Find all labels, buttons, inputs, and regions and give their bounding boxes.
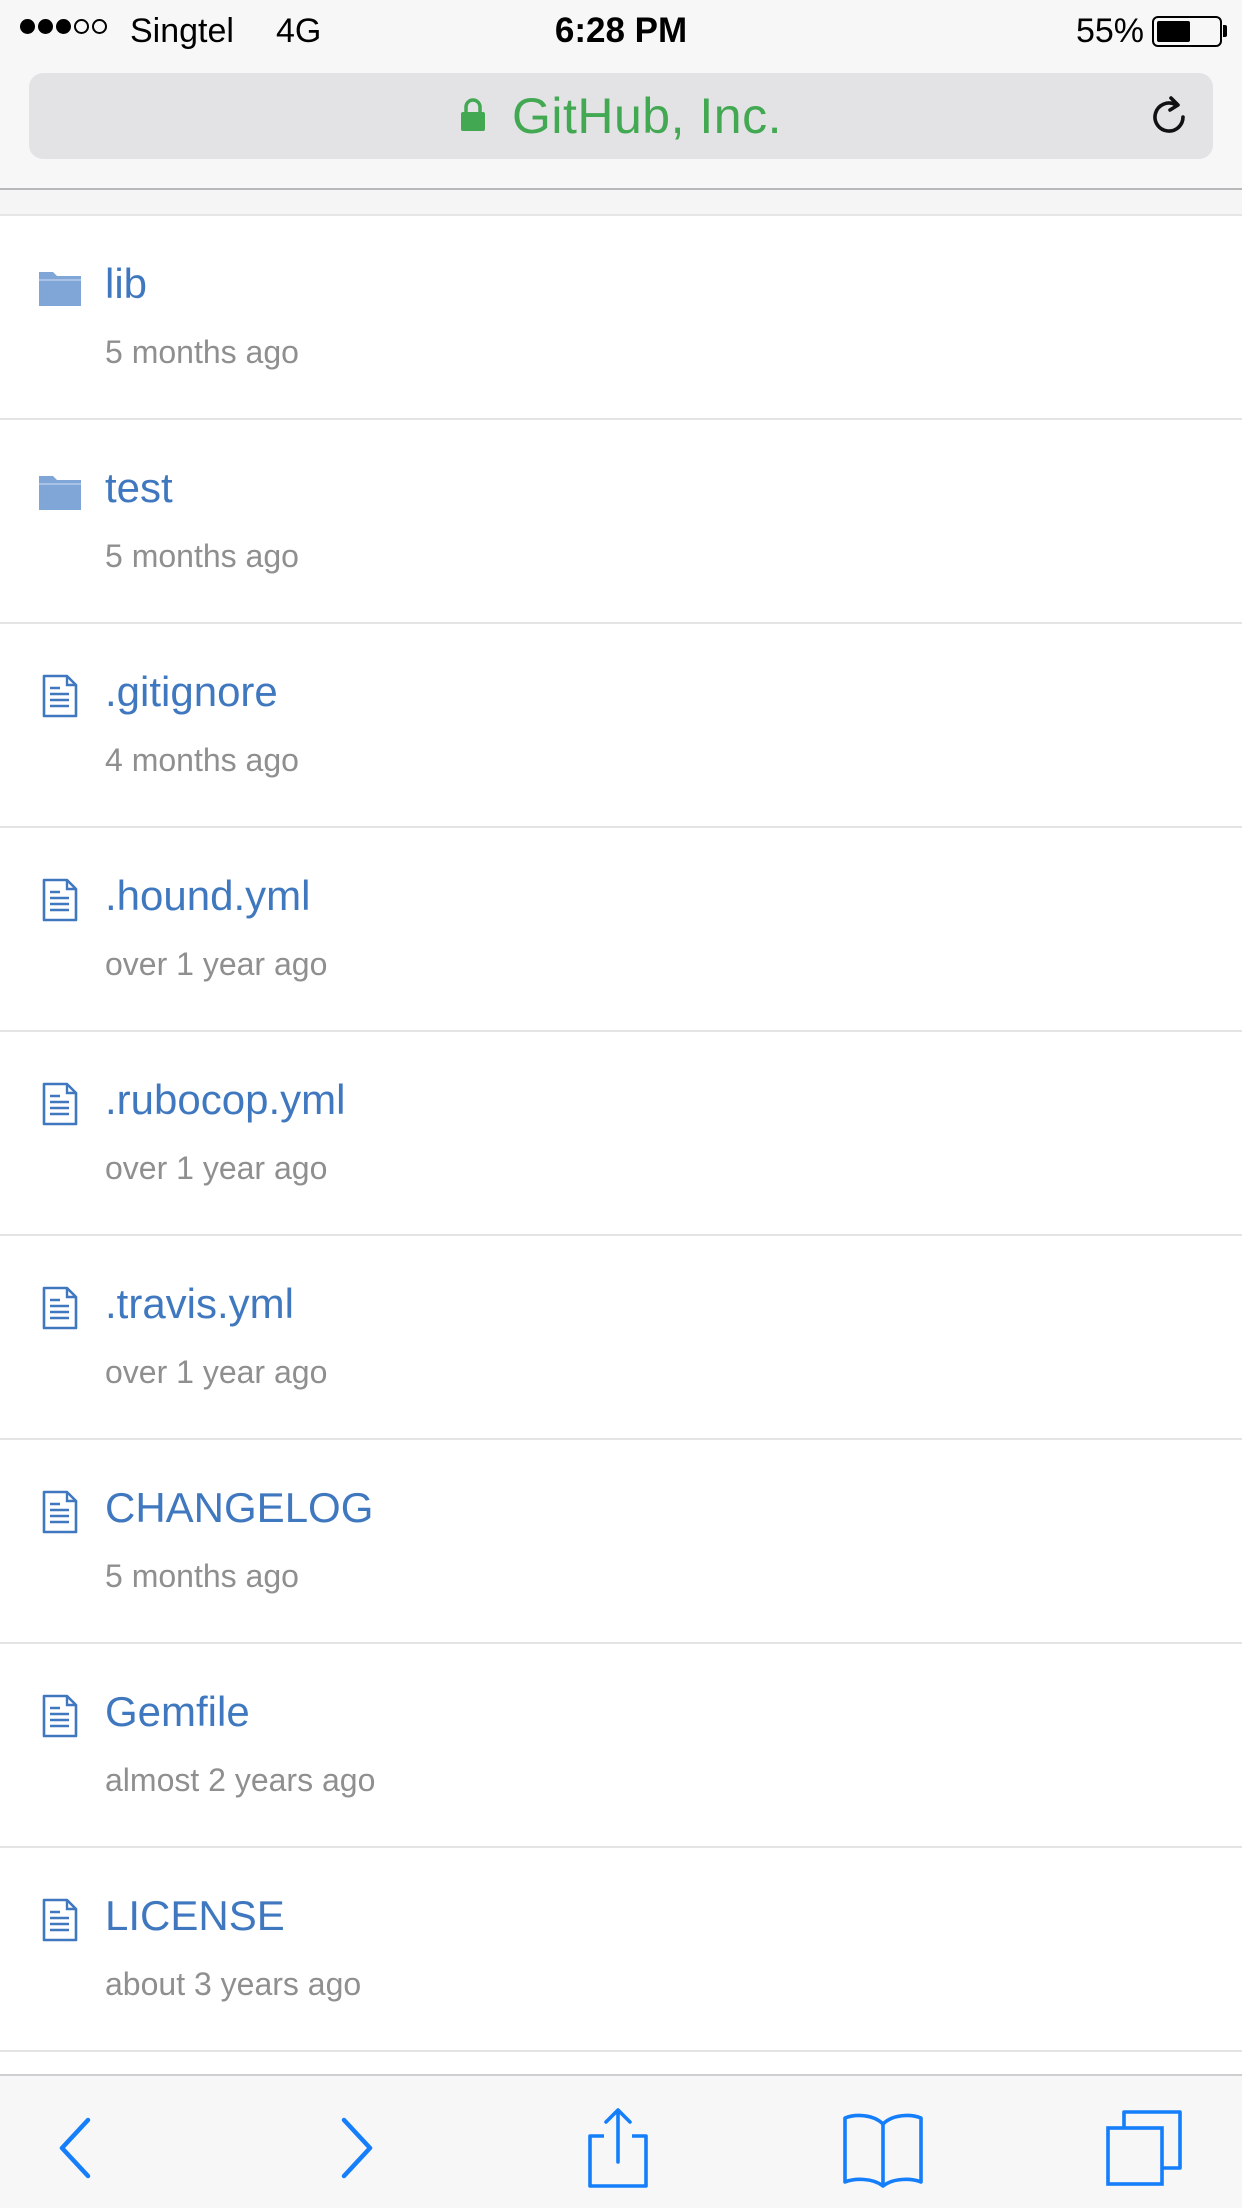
file-icon bbox=[42, 1286, 78, 1330]
file-icon bbox=[42, 1694, 78, 1738]
page-top-strip bbox=[0, 190, 1242, 216]
file-icon bbox=[42, 1898, 78, 1942]
file-name-link[interactable]: .travis.yml bbox=[105, 1280, 294, 1328]
file-name-link[interactable]: .rubocop.yml bbox=[105, 1076, 345, 1124]
file-row[interactable]: CHANGELOG 5 months ago bbox=[0, 1440, 1242, 1644]
address-bar[interactable]: GitHub, Inc. bbox=[29, 73, 1213, 159]
file-name-link[interactable]: .gitignore bbox=[105, 668, 278, 716]
tabs-button[interactable] bbox=[1104, 2106, 1188, 2190]
file-row[interactable]: test 5 months ago bbox=[0, 420, 1242, 624]
clock: 6:28 PM bbox=[554, 11, 688, 50]
file-row[interactable]: .rubocop.yml over 1 year ago bbox=[0, 1032, 1242, 1236]
file-last-modified: 4 months ago bbox=[105, 742, 299, 778]
file-name-link[interactable]: LICENSE bbox=[105, 1892, 285, 1940]
file-name-link[interactable]: .hound.yml bbox=[105, 872, 310, 920]
lock-icon bbox=[461, 98, 485, 131]
share-button[interactable] bbox=[576, 2106, 660, 2190]
back-icon bbox=[59, 2117, 91, 2179]
file-name-link[interactable]: lib bbox=[105, 260, 147, 308]
bookmarks-icon bbox=[843, 2113, 923, 2188]
file-row[interactable]: .travis.yml over 1 year ago bbox=[0, 1236, 1242, 1440]
file-icon bbox=[42, 1490, 78, 1534]
battery-percentage: 55% bbox=[1075, 12, 1144, 50]
status-bar: Singtel 4G 6:28 PM 55% bbox=[0, 0, 1242, 62]
file-row[interactable]: LICENSE about 3 years ago bbox=[0, 1848, 1242, 2052]
file-name-link[interactable]: Gemfile bbox=[105, 1688, 250, 1736]
forward-icon bbox=[341, 2117, 373, 2179]
file-last-modified: about 3 years ago bbox=[105, 1966, 362, 2002]
file-last-modified: 5 months ago bbox=[105, 538, 299, 574]
file-last-modified: 5 months ago bbox=[105, 1558, 299, 1594]
file-last-modified: almost 2 years ago bbox=[105, 1762, 376, 1798]
file-row[interactable]: lib 5 months ago bbox=[0, 216, 1242, 420]
bookmarks-button[interactable] bbox=[841, 2106, 925, 2190]
file-name-link[interactable]: test bbox=[105, 464, 173, 512]
back-button[interactable] bbox=[36, 2106, 120, 2190]
file-row[interactable]: .hound.yml over 1 year ago bbox=[0, 828, 1242, 1032]
reload-icon[interactable] bbox=[1145, 93, 1193, 141]
folder-icon bbox=[39, 476, 81, 510]
file-last-modified: over 1 year ago bbox=[105, 1354, 328, 1390]
browser-toolbar bbox=[0, 2074, 1242, 2208]
file-last-modified: over 1 year ago bbox=[105, 1150, 328, 1186]
file-icon bbox=[42, 1082, 78, 1126]
share-icon bbox=[588, 2108, 648, 2188]
battery-icon bbox=[1152, 16, 1222, 47]
file-row[interactable]: .gitignore 4 months ago bbox=[0, 624, 1242, 828]
file-name-link[interactable]: CHANGELOG bbox=[105, 1484, 373, 1532]
tabs-icon bbox=[1106, 2110, 1182, 2186]
site-name: GitHub, Inc. bbox=[512, 88, 782, 144]
forward-button[interactable] bbox=[312, 2106, 396, 2190]
file-last-modified: 5 months ago bbox=[105, 334, 299, 370]
file-icon bbox=[42, 878, 78, 922]
browser-address-area: GitHub, Inc. bbox=[0, 62, 1242, 190]
file-row[interactable]: Gemfile almost 2 years ago bbox=[0, 1644, 1242, 1848]
file-list: lib 5 months ago test 5 months ago .giti… bbox=[0, 216, 1242, 2052]
folder-icon bbox=[39, 272, 81, 306]
battery-tip bbox=[1223, 25, 1227, 37]
file-icon bbox=[42, 674, 78, 718]
file-last-modified: over 1 year ago bbox=[105, 946, 328, 982]
